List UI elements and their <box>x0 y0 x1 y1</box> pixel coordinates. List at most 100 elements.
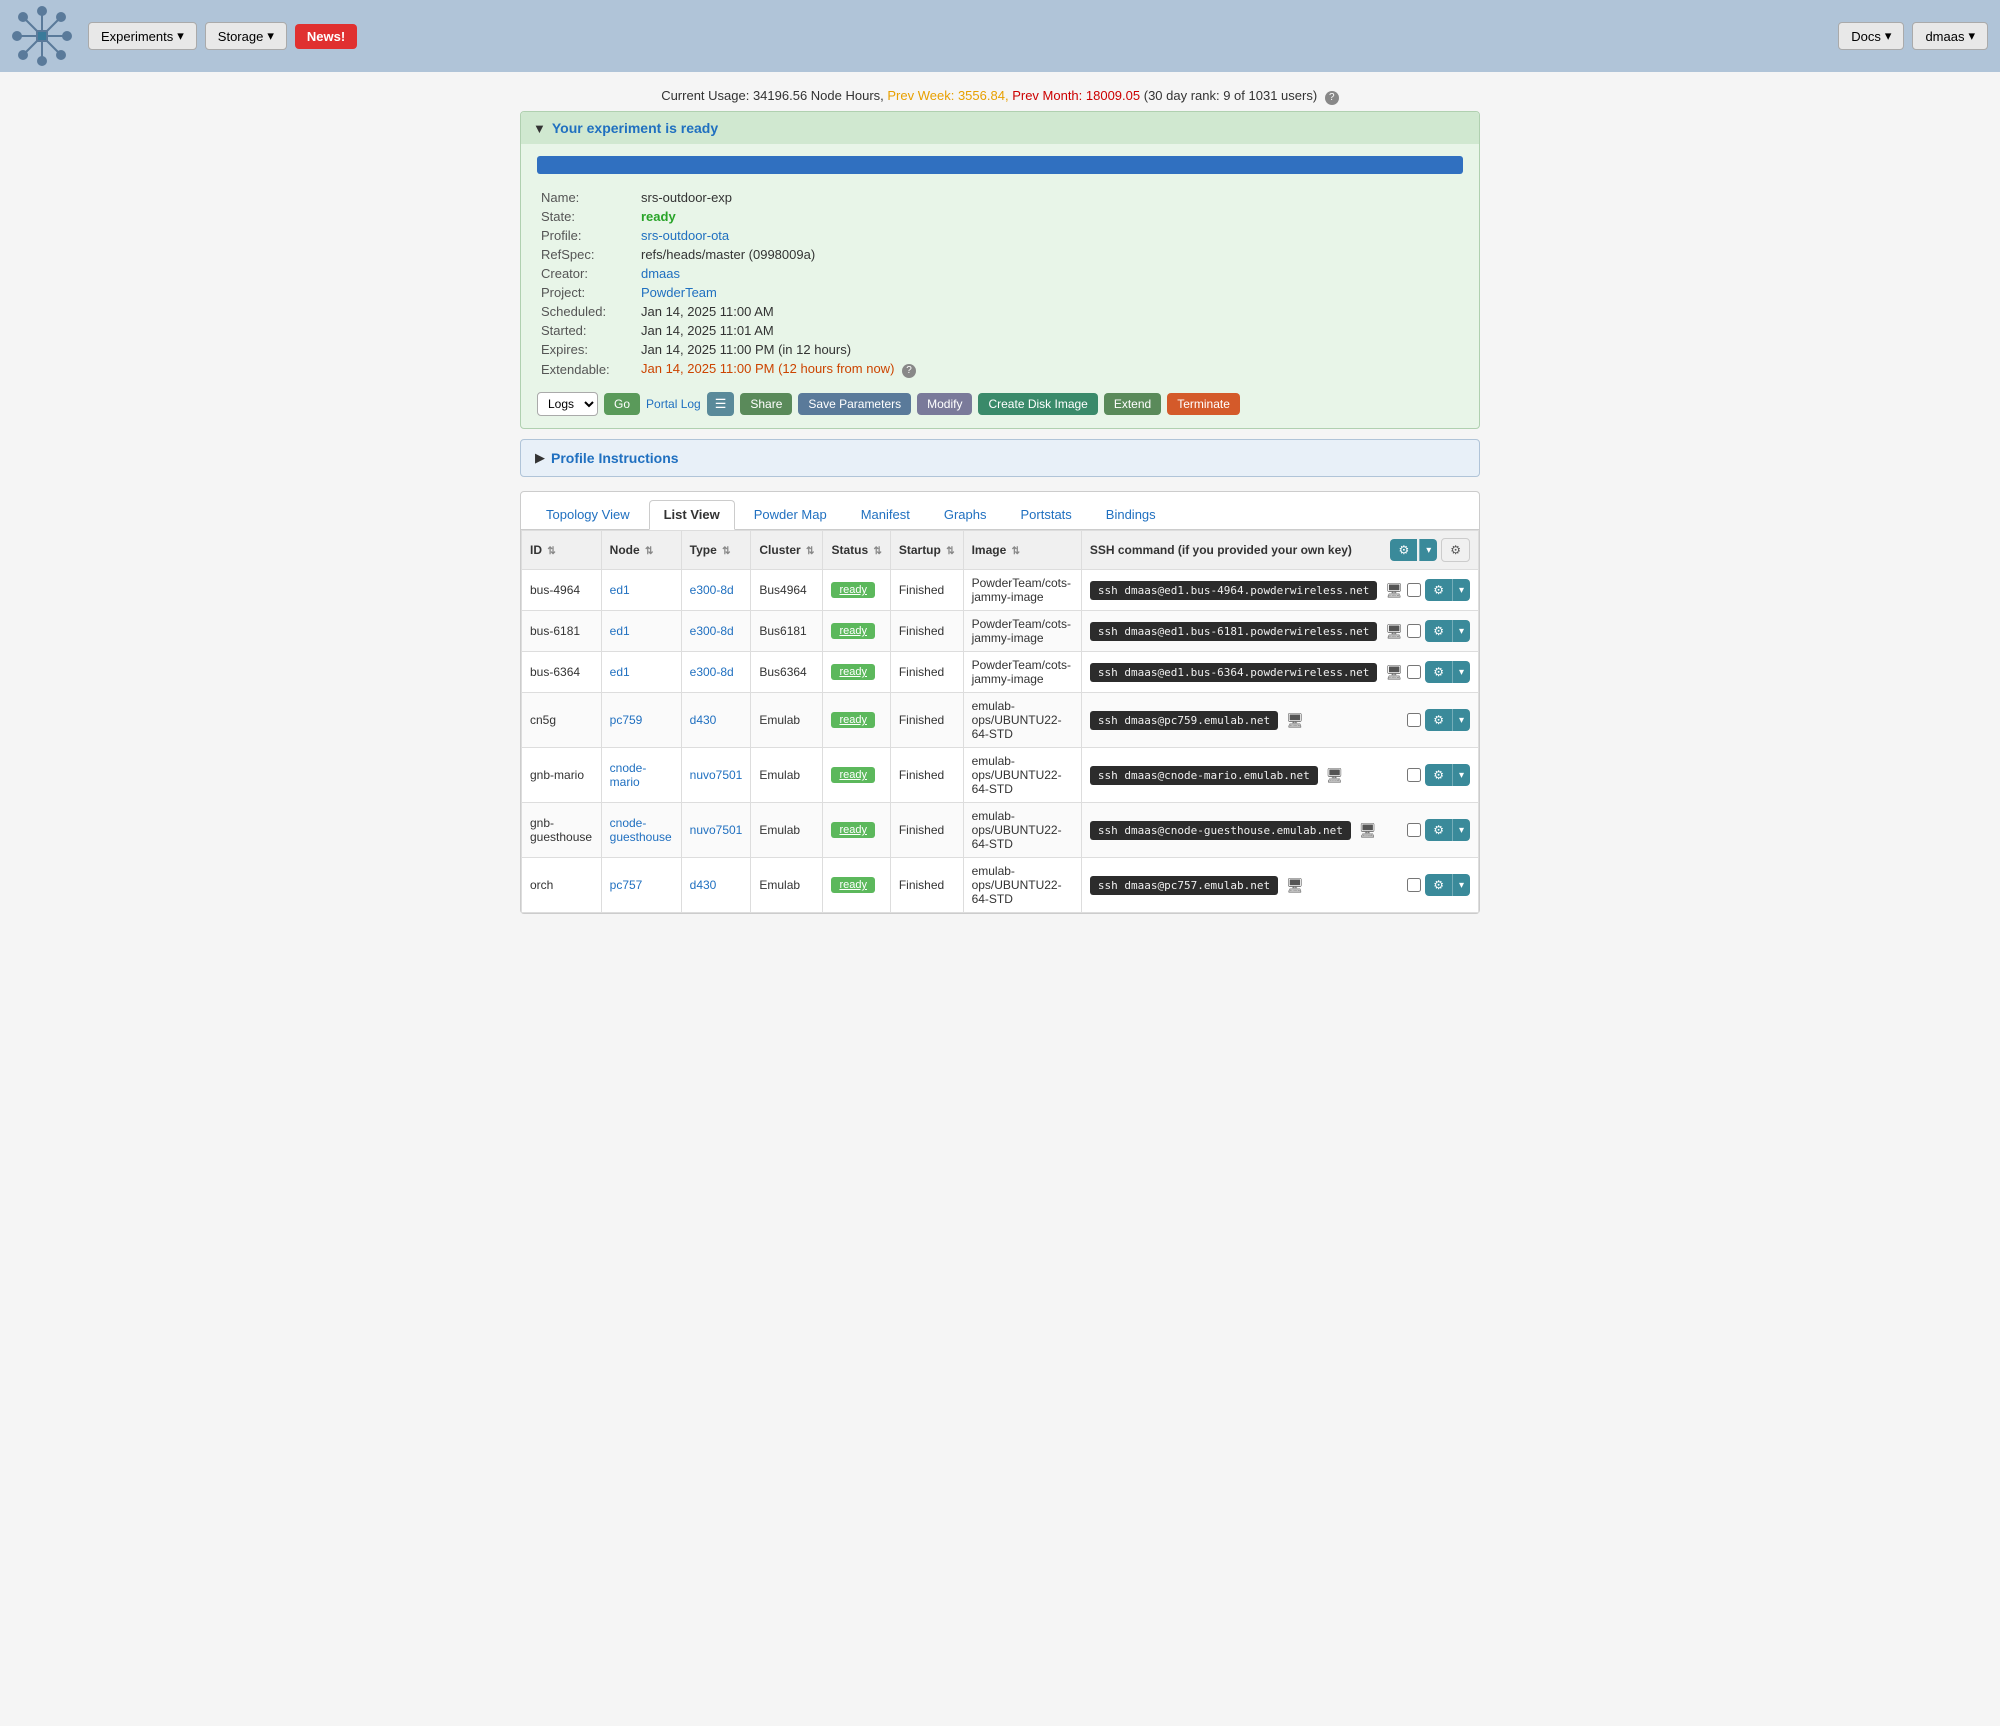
copy-ssh-icon[interactable]: 🖥 <box>1385 582 1403 599</box>
copy-ssh-icon[interactable]: 🖥 <box>1359 822 1377 839</box>
status-badge[interactable]: ready <box>831 712 875 728</box>
action-bar: Logs Go Portal Log ☰ Share Save Paramete… <box>537 392 1463 416</box>
row-gear-button[interactable]: ⚙ <box>1425 579 1452 601</box>
node-link[interactable]: ed1 <box>610 583 630 597</box>
user-menu[interactable]: dmaas ▾ <box>1912 22 1988 50</box>
table-row: bus-6364 ed1 e300-8d Bus6364 ready Finis… <box>522 652 1479 693</box>
table-settings-button[interactable]: ⚙ <box>1441 538 1470 562</box>
progress-bar <box>537 156 1463 174</box>
row-gear-button[interactable]: ⚙ <box>1425 709 1452 731</box>
share-button[interactable]: Share <box>740 393 792 415</box>
type-link[interactable]: d430 <box>690 878 717 892</box>
tab-list[interactable]: List View <box>649 500 735 530</box>
col-startup[interactable]: Startup ⇅ <box>890 531 963 570</box>
list-icon-button[interactable]: ☰ <box>707 392 735 416</box>
node-link[interactable]: pc759 <box>610 713 643 727</box>
row-gear-button[interactable]: ⚙ <box>1425 620 1452 642</box>
profile-chevron-right-icon: ▶ <box>535 450 545 466</box>
copy-ssh-icon[interactable]: 🖥 <box>1385 623 1403 640</box>
tab-graphs[interactable]: Graphs <box>929 500 1002 529</box>
node-link[interactable]: cnode-mario <box>610 761 647 789</box>
copy-ssh-icon[interactable]: 🖥 <box>1286 877 1304 894</box>
nodes-table: ID ⇅ Node ⇅ Type ⇅ Cluster ⇅ Status ⇅ St… <box>521 530 1479 913</box>
tab-bar: Topology View List View Powder Map Manif… <box>521 492 1479 530</box>
row-checkbox[interactable] <box>1407 583 1421 597</box>
type-link[interactable]: e300-8d <box>690 583 734 597</box>
row-checkbox[interactable] <box>1407 823 1421 837</box>
col-image[interactable]: Image ⇅ <box>963 531 1081 570</box>
row-gear-arrow-button[interactable]: ▾ <box>1452 709 1470 731</box>
tab-portstats[interactable]: Portstats <box>1005 500 1086 529</box>
modify-button[interactable]: Modify <box>917 393 972 415</box>
go-button[interactable]: Go <box>604 393 640 415</box>
extend-button[interactable]: Extend <box>1104 393 1161 415</box>
state-value: ready <box>641 209 676 224</box>
tab-topology[interactable]: Topology View <box>531 500 645 529</box>
type-link[interactable]: e300-8d <box>690 665 734 679</box>
save-parameters-button[interactable]: Save Parameters <box>798 393 911 415</box>
tab-manifest[interactable]: Manifest <box>846 500 925 529</box>
experiments-menu[interactable]: Experiments ▾ <box>88 22 197 50</box>
portal-log-link[interactable]: Portal Log <box>646 397 701 411</box>
extendable-info-icon[interactable]: ? <box>902 364 916 378</box>
node-link[interactable]: pc757 <box>610 878 643 892</box>
row-gear-button[interactable]: ⚙ <box>1425 661 1452 683</box>
col-type[interactable]: Type ⇅ <box>681 531 751 570</box>
status-sort-icon: ⇅ <box>873 546 881 557</box>
col-node[interactable]: Node ⇅ <box>601 531 681 570</box>
type-link[interactable]: d430 <box>690 713 717 727</box>
row-gear-arrow-button[interactable]: ▾ <box>1452 620 1470 642</box>
tab-bindings[interactable]: Bindings <box>1091 500 1171 529</box>
node-link[interactable]: ed1 <box>610 665 630 679</box>
status-badge[interactable]: ready <box>831 877 875 893</box>
row-gear-arrow-button[interactable]: ▾ <box>1452 874 1470 896</box>
storage-menu[interactable]: Storage ▾ <box>205 22 287 50</box>
docs-menu[interactable]: Docs ▾ <box>1838 22 1904 50</box>
row-gear-arrow-button[interactable]: ▾ <box>1452 764 1470 786</box>
row-gear-arrow-button[interactable]: ▾ <box>1452 661 1470 683</box>
row-checkbox[interactable] <box>1407 624 1421 638</box>
news-button[interactable]: News! <box>295 24 357 49</box>
row-checkbox[interactable] <box>1407 768 1421 782</box>
experiment-header[interactable]: ▼ Your experiment is ready <box>521 112 1479 144</box>
type-link[interactable]: nuvo7501 <box>690 823 743 837</box>
node-link[interactable]: cnode-guesthouse <box>610 816 672 844</box>
node-link[interactable]: ed1 <box>610 624 630 638</box>
status-badge[interactable]: ready <box>831 822 875 838</box>
tab-powder-map[interactable]: Powder Map <box>739 500 842 529</box>
table-gear-arrow-button[interactable]: ▾ <box>1419 539 1437 561</box>
refspec-row: RefSpec: refs/heads/master (0998009a) <box>537 245 1463 264</box>
copy-ssh-icon[interactable]: 🖥 <box>1385 664 1403 681</box>
copy-ssh-icon[interactable]: 🖥 <box>1326 767 1344 784</box>
profile-instructions-panel: ▶ Profile Instructions <box>520 439 1480 477</box>
log-select[interactable]: Logs <box>537 392 598 416</box>
status-badge[interactable]: ready <box>831 623 875 639</box>
col-cluster[interactable]: Cluster ⇅ <box>751 531 823 570</box>
col-id[interactable]: ID ⇅ <box>522 531 602 570</box>
row-checkbox[interactable] <box>1407 665 1421 679</box>
row-gear-button[interactable]: ⚙ <box>1425 874 1452 896</box>
terminate-button[interactable]: Terminate <box>1167 393 1240 415</box>
creator-link[interactable]: dmaas <box>641 266 680 281</box>
ssh-command: ssh dmaas@pc757.emulab.net <box>1090 876 1278 895</box>
profile-instructions-header[interactable]: ▶ Profile Instructions <box>521 440 1479 476</box>
project-link[interactable]: PowderTeam <box>641 285 717 300</box>
usage-info-icon[interactable]: ? <box>1325 91 1339 105</box>
status-badge[interactable]: ready <box>831 664 875 680</box>
row-checkbox[interactable] <box>1407 878 1421 892</box>
profile-link[interactable]: srs-outdoor-ota <box>641 228 729 243</box>
status-badge[interactable]: ready <box>831 582 875 598</box>
row-checkbox[interactable] <box>1407 713 1421 727</box>
row-gear-arrow-button[interactable]: ▾ <box>1452 819 1470 841</box>
row-gear-button[interactable]: ⚙ <box>1425 819 1452 841</box>
row-gear-arrow-button[interactable]: ▾ <box>1452 579 1470 601</box>
col-status[interactable]: Status ⇅ <box>823 531 890 570</box>
row-gear-button[interactable]: ⚙ <box>1425 764 1452 786</box>
type-link[interactable]: nuvo7501 <box>690 768 743 782</box>
create-disk-image-button[interactable]: Create Disk Image <box>978 393 1097 415</box>
status-badge[interactable]: ready <box>831 767 875 783</box>
table-gear-button[interactable]: ⚙ <box>1390 539 1417 561</box>
node-sort-icon: ⇅ <box>645 546 653 557</box>
type-link[interactable]: e300-8d <box>690 624 734 638</box>
copy-ssh-icon[interactable]: 🖥 <box>1286 712 1304 729</box>
